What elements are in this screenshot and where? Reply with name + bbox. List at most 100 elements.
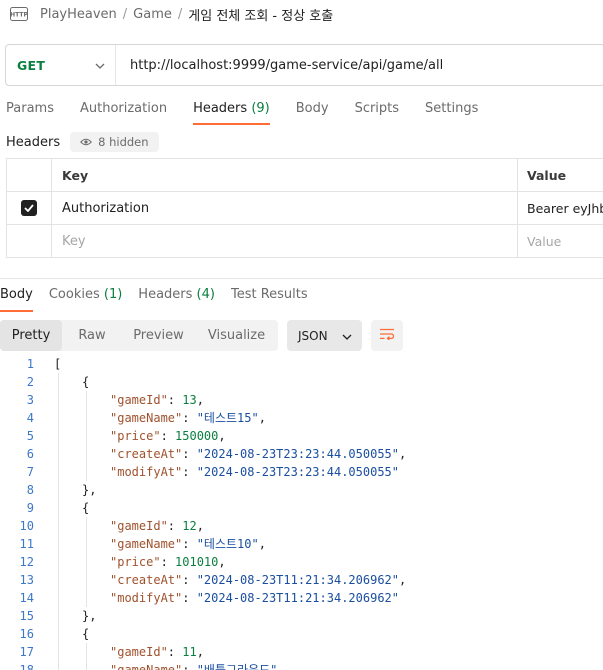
hidden-headers-toggle[interactable]: 8 hidden [70, 132, 159, 152]
view-visualize-button[interactable]: Visualize [195, 320, 278, 351]
code-text: "price": 150000, [110, 427, 226, 445]
view-raw-button[interactable]: Raw [62, 320, 122, 351]
checkbox-checked-icon[interactable] [21, 200, 37, 216]
header-value-input[interactable]: Bearer eyJhbGciOiJIUzI1NiJ9 [518, 192, 603, 224]
header-key-input[interactable]: Authorization [52, 192, 518, 224]
line-number: 12 [19, 555, 34, 569]
http-request-icon: HTTP [10, 7, 28, 21]
json-key: "gameId" [110, 519, 168, 533]
tab-scripts[interactable]: Scripts [355, 96, 399, 125]
json-number: 101010 [175, 555, 219, 569]
indent-guide [58, 481, 59, 499]
code-line: 12 "price": 101010, [0, 553, 603, 571]
chevron-down-icon [95, 58, 105, 73]
code-line: 11 "gameName": "테스트10", [0, 535, 603, 553]
method-label: GET [17, 57, 46, 73]
indent-guide [86, 571, 87, 589]
tab-response-headers-label: Headers [138, 287, 193, 302]
tab-response-body[interactable]: Body [0, 286, 33, 312]
code-line: 13 "createAt": "2024-08-23T11:21:34.20696… [0, 571, 603, 589]
tab-headers[interactable]: Headers (9) [193, 96, 270, 125]
json-key: "gameName" [110, 537, 183, 551]
line-number: 15 [19, 609, 34, 623]
view-mode-segmented: Pretty Raw Preview Visualize [0, 320, 278, 351]
response-tabs: Body Cookies (1) Headers (4) Test Result… [0, 286, 324, 312]
line-number: 1 [26, 357, 34, 371]
indent-guide [58, 391, 59, 409]
line-number: 14 [19, 591, 34, 605]
indent-guide [58, 661, 59, 670]
line-number: 10 [19, 519, 34, 533]
breadcrumb-collection[interactable]: Game [133, 7, 172, 22]
code-line: 1[ [0, 355, 603, 373]
code-line: 2{ [0, 373, 603, 391]
line-number: 3 [26, 393, 34, 407]
tab-response-headers[interactable]: Headers (4) [138, 286, 215, 312]
response-body-viewer[interactable]: 1[2{3 "gameId": 13, 4 "gameName": "테스트15", 5… [0, 355, 603, 670]
indent-guide [86, 535, 87, 553]
code-text: "gameName": "테스트10", [110, 535, 266, 553]
line-number: 6 [26, 447, 34, 461]
json-punct: , [277, 663, 285, 670]
indent-guide [58, 499, 59, 517]
json-punct: , [218, 555, 226, 569]
new-header-value-input[interactable]: Value [518, 225, 603, 257]
json-number: 12 [182, 519, 197, 533]
line-number: 18 [19, 663, 34, 670]
wrap-lines-button[interactable] [371, 320, 403, 351]
code-text: "createAt": "2024-08-23T11:21:34.206962"… [110, 571, 406, 589]
pane-divider[interactable] [0, 278, 603, 279]
json-key: "gameName" [110, 663, 183, 670]
json-punct: : [167, 393, 183, 407]
code-text: { [82, 373, 89, 391]
tab-test-results[interactable]: Test Results [231, 286, 308, 312]
json-punct: , [196, 393, 204, 407]
indent-guide [86, 409, 87, 427]
json-punct: }, [82, 483, 97, 497]
json-punct: { [82, 375, 90, 389]
json-punct: : [182, 465, 197, 479]
view-pretty-button[interactable]: Pretty [0, 320, 62, 351]
json-punct: [ [54, 357, 62, 371]
code-text: "gameName": "배틀그라운드", [110, 661, 285, 670]
tab-settings[interactable]: Settings [425, 96, 478, 125]
headers-section-header: Headers 8 hidden [6, 132, 159, 152]
new-header-key-input[interactable]: Key [52, 225, 518, 257]
json-punct: }, [82, 609, 97, 623]
json-key: "createAt" [110, 573, 183, 587]
json-number: 13 [182, 393, 197, 407]
tab-authorization[interactable]: Authorization [80, 96, 167, 125]
json-key: "price" [110, 555, 161, 569]
table-row: Authorization Bearer eyJhbGciOiJIUzI1NiJ… [7, 192, 603, 225]
code-text: "gameId": 11, [110, 643, 204, 661]
method-select[interactable]: GET [6, 45, 116, 85]
json-punct: : [182, 411, 197, 425]
tab-body[interactable]: Body [296, 96, 329, 125]
url-input[interactable]: http://localhost:9999/game-service/api/g… [116, 58, 443, 73]
json-punct: : [182, 573, 197, 587]
tab-params[interactable]: Params [6, 96, 54, 125]
indent-guide [58, 427, 59, 445]
code-line: 4 "gameName": "테스트15", [0, 409, 603, 427]
code-text: }, [82, 481, 96, 499]
indent-guide [86, 463, 87, 481]
json-key: "gameId" [110, 393, 168, 407]
code-line: 10 "gameId": 12, [0, 517, 603, 535]
headers-section-label: Headers [6, 134, 61, 150]
format-select[interactable]: JSON [287, 320, 362, 351]
json-punct: : [182, 663, 197, 670]
view-preview-button[interactable]: Preview [122, 320, 195, 351]
indent-guide [58, 643, 59, 661]
tab-response-cookies[interactable]: Cookies (1) [49, 286, 122, 312]
eye-icon [80, 135, 92, 149]
json-string: "테스트15" [196, 411, 259, 425]
url-bar: GET http://localhost:9999/game-service/a… [5, 44, 603, 86]
json-key: "gameId" [110, 645, 168, 659]
json-key: "modifyAt" [110, 591, 183, 605]
request-tabs: Params Authorization Headers (9) Body Sc… [0, 96, 498, 126]
code-line: 6 "createAt": "2024-08-23T23:23:44.050055… [0, 445, 603, 463]
indent-guide [86, 391, 87, 409]
request-title[interactable]: 게임 전체 조회 - 정상 호출 [188, 5, 333, 24]
indent-guide [58, 517, 59, 535]
breadcrumb-workspace[interactable]: PlayHeaven [40, 7, 117, 22]
